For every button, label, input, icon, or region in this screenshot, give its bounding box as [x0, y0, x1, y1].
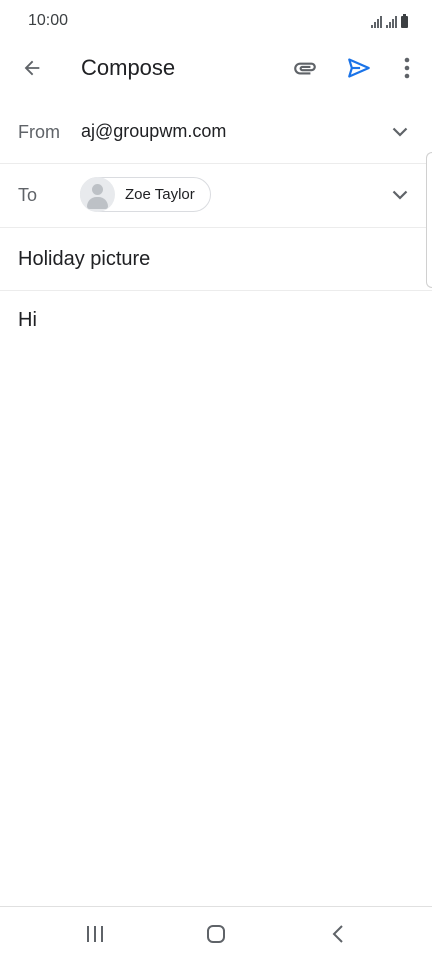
subject-field[interactable]: Holiday picture: [18, 248, 150, 271]
status-icons: [371, 12, 408, 28]
from-expand-button[interactable]: [386, 118, 414, 146]
edge-panel-handle[interactable]: [426, 152, 432, 288]
divider: [0, 227, 432, 228]
navigation-bar: [0, 906, 432, 961]
recipient-name: Zoe Taylor: [125, 186, 195, 203]
status-time: 10:00: [28, 12, 69, 29]
signal-icon-2: [386, 16, 397, 28]
page-title: Compose: [81, 55, 176, 80]
recipient-chip[interactable]: Zoe Taylor: [80, 177, 211, 212]
attach-button[interactable]: [286, 48, 324, 88]
to-label: To: [18, 185, 38, 205]
back-button[interactable]: [14, 48, 50, 88]
system-back-button[interactable]: [318, 919, 358, 949]
home-button[interactable]: [196, 919, 236, 949]
more-options-button[interactable]: [392, 48, 422, 88]
recents-button[interactable]: [75, 919, 115, 949]
divider: [0, 163, 432, 164]
battery-icon: [401, 14, 408, 28]
from-label: From: [18, 122, 60, 142]
home-icon: [207, 925, 225, 943]
body-field[interactable]: Hi: [18, 309, 37, 332]
paperclip-icon: [294, 62, 316, 75]
chevron-down-icon: [392, 190, 408, 200]
to-expand-button[interactable]: [386, 181, 414, 209]
compose-toolbar: [0, 40, 432, 96]
signal-icon: [371, 16, 382, 28]
send-icon: [348, 58, 370, 78]
arrow-left-icon: [24, 60, 40, 76]
more-vertical-icon: [404, 57, 410, 79]
send-button[interactable]: [340, 48, 378, 88]
recents-icon: [87, 926, 103, 942]
from-field[interactable]: aj@groupwm.com: [81, 121, 226, 142]
divider: [0, 290, 432, 291]
back-chevron-icon: [332, 925, 343, 943]
avatar: [80, 177, 115, 212]
chevron-down-icon: [392, 127, 408, 137]
